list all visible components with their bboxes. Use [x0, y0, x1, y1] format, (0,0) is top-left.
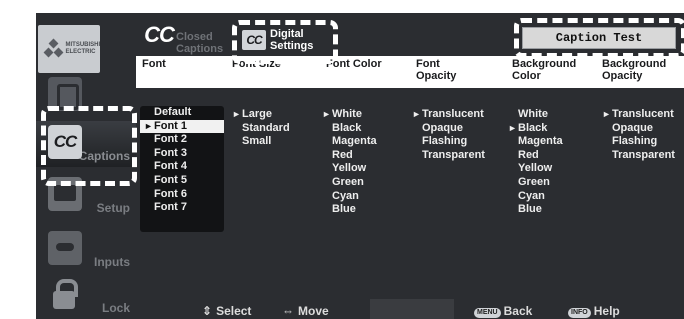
font-color-option[interactable]: Red: [322, 149, 377, 163]
font-size-column: Large Standard Small: [232, 108, 290, 149]
info-key-icon: INFO: [568, 308, 591, 318]
background-opacity-option[interactable]: Transparent: [602, 149, 675, 163]
font-color-option[interactable]: Yellow: [322, 162, 377, 176]
font-color-option[interactable]: Green: [322, 176, 377, 190]
font-color-option[interactable]: Blue: [322, 203, 377, 217]
up-down-arrows-icon: ⇕: [202, 304, 213, 318]
inputs-icon: [48, 231, 82, 265]
column-header-background-color: Background Color: [512, 58, 576, 82]
background-opacity-option-selected[interactable]: Translucent: [602, 108, 675, 122]
sidebar-item-label: Setup: [96, 201, 130, 215]
column-header-line1: Font: [142, 58, 166, 70]
tab-label-line1: Closed: [176, 31, 213, 43]
font-option[interactable]: Font 5: [140, 174, 224, 188]
column-header-line1: Background: [512, 58, 577, 70]
highlight-caption-test: [514, 18, 684, 58]
back-hint[interactable]: MENU Back: [474, 304, 532, 318]
font-option[interactable]: Default: [140, 106, 224, 120]
sidebar-item-inputs[interactable]: Inputs: [36, 227, 136, 273]
background-color-option[interactable]: White: [508, 108, 563, 122]
font-color-option[interactable]: Magenta: [322, 135, 377, 149]
background-color-option[interactable]: Magenta: [508, 135, 563, 149]
font-option[interactable]: Font 3: [140, 147, 224, 161]
highlight-captions: [41, 106, 137, 186]
column-header-line1: Background: [602, 58, 667, 70]
tab-label-line2: Captions: [176, 43, 224, 55]
font-opacity-option[interactable]: Transparent: [412, 149, 485, 163]
help-hint[interactable]: INFO Help: [568, 304, 620, 318]
left-right-arrows-icon: ⇔: [282, 304, 294, 318]
column-header-line1: Font: [416, 58, 440, 70]
brand-logo-text: MITSUBISHI ELECTRIC: [65, 42, 101, 55]
font-opacity-option-selected[interactable]: Translucent: [412, 108, 485, 122]
closed-captions-cc-icon: CC: [144, 22, 175, 47]
column-header-row: Font Font Size Font Color Font Opacity B…: [136, 56, 684, 88]
font-size-option[interactable]: Standard: [232, 122, 290, 136]
help-hint-label: Help: [593, 304, 620, 318]
footer-hints: ⇕ Select ⇔ Move MENU Back INFO Help: [36, 301, 684, 319]
column-header-line2: Opacity: [602, 70, 643, 82]
font-option[interactable]: Font 7: [140, 201, 224, 215]
background-color-option[interactable]: Green: [508, 176, 563, 190]
brand-logo: MITSUBISHI ELECTRIC: [38, 25, 100, 73]
diamond-logo-icon: [43, 38, 63, 58]
sidebar-item-label: Inputs: [94, 255, 130, 269]
background-color-column: White Black Magenta Red Yellow Green Cya…: [508, 108, 563, 217]
background-color-option[interactable]: Cyan: [508, 190, 563, 204]
cc-logo-glyph: CC: [144, 22, 175, 47]
background-color-option[interactable]: Yellow: [508, 162, 563, 176]
background-color-option[interactable]: Red: [508, 149, 563, 163]
tab-closed-captions[interactable]: Closed Captions: [176, 31, 236, 55]
font-opacity-option[interactable]: Opaque: [412, 122, 485, 136]
column-header-line2: Color: [512, 70, 541, 82]
background-opacity-column: Translucent Opaque Flashing Transparent: [602, 108, 675, 162]
font-size-option[interactable]: Small: [232, 135, 290, 149]
background-opacity-option[interactable]: Opaque: [602, 122, 675, 136]
column-header-font-opacity: Font Opacity: [416, 58, 456, 82]
move-hint: ⇔ Move: [282, 304, 329, 318]
font-color-column: White Black Magenta Red Yellow Green Cya…: [322, 108, 377, 217]
menu-key-icon: MENU: [474, 308, 501, 318]
background-opacity-option[interactable]: Flashing: [602, 135, 675, 149]
back-hint-label: Back: [503, 304, 533, 318]
font-option[interactable]: Font 2: [140, 133, 224, 147]
column-header-line2: Opacity: [416, 70, 457, 82]
column-header-background-opacity: Background Opacity: [602, 58, 666, 82]
background-color-option-selected[interactable]: Black: [508, 122, 563, 136]
font-option[interactable]: Font 4: [140, 160, 224, 174]
font-option[interactable]: Font 6: [140, 188, 224, 202]
font-color-option[interactable]: Cyan: [322, 190, 377, 204]
select-hint-label: Select: [216, 304, 252, 318]
font-opacity-column: Translucent Opaque Flashing Transparent: [412, 108, 485, 162]
font-opacity-option[interactable]: Flashing: [412, 135, 485, 149]
background-color-option[interactable]: Blue: [508, 203, 563, 217]
move-hint-label: Move: [298, 304, 329, 318]
highlight-digital-settings: [232, 20, 338, 64]
column-header-font: Font: [142, 58, 166, 70]
font-option-selected[interactable]: Font 1: [140, 119, 224, 134]
font-color-option[interactable]: Black: [322, 122, 377, 136]
font-options-panel: Default Font 1 Font 2 Font 3 Font 4 Font…: [140, 106, 224, 232]
font-color-option-selected[interactable]: White: [322, 108, 377, 122]
font-size-option-selected[interactable]: Large: [232, 108, 290, 122]
tv-menu-screen: MITSUBISHI ELECTRIC CC Captions Setup In…: [36, 13, 684, 319]
select-hint: ⇕ Select: [202, 304, 251, 318]
